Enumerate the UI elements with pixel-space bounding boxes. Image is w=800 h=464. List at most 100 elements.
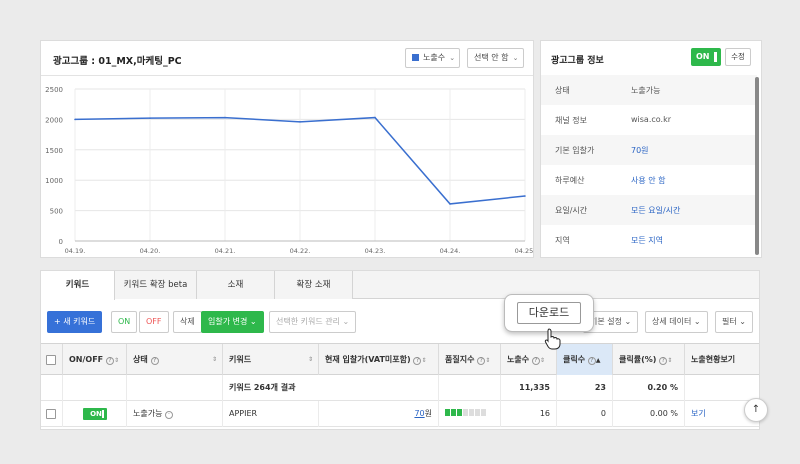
info-row-budget: 하루예산 사용 안 함 <box>541 165 757 195</box>
info-value-link[interactable]: 모든 지역 <box>631 235 663 246</box>
sort-icon[interactable]: ⇕ <box>667 357 672 364</box>
row-on-toggle[interactable]: ON <box>82 407 107 420</box>
detail-data-button[interactable]: 상세 데이터 ⌄ <box>645 311 708 333</box>
col-bid-label: 현재 입찰가(VAT미포함) <box>325 355 411 364</box>
on-toggle[interactable]: ON <box>691 48 721 66</box>
x-tick-label: 04.20. <box>140 247 161 255</box>
y-tick-label: 2000 <box>45 116 63 124</box>
row-bid-unit: 원 <box>424 409 432 418</box>
data-point <box>524 195 526 197</box>
info-value-link[interactable]: 사용 안 함 <box>631 175 666 186</box>
compare-select[interactable]: 선택 안 함 ⌄ <box>467 48 524 68</box>
tab-keyword-expansion[interactable]: 키워드 확장 beta <box>115 271 197 299</box>
sort-icon[interactable]: ⇕ <box>212 344 217 376</box>
sort-icon[interactable]: ⇕ <box>421 357 426 364</box>
info-value-link[interactable]: 70원 <box>631 145 649 156</box>
sort-icon[interactable]: ⇕ <box>308 344 313 376</box>
on-button[interactable]: ON <box>111 311 138 333</box>
info-key: 상태 <box>555 86 570 95</box>
chevron-down-icon: ⌄ <box>624 317 632 326</box>
select-all-checkbox[interactable] <box>46 355 56 365</box>
x-tick-label: 04.19. <box>65 247 86 255</box>
summary-row: 키워드 264개 결과 11,335 23 0.20 % <box>41 375 759 401</box>
help-icon[interactable]: ? <box>587 357 596 365</box>
x-tick-label: 04.25. <box>515 247 533 255</box>
manage-keywords-button[interactable]: 선택한 키워드 관리 ⌄ <box>269 311 357 333</box>
info-row-region: 지역 모든 지역 <box>541 225 757 255</box>
y-tick-label: 0 <box>59 238 63 246</box>
col-status-label: 상태 <box>133 355 148 364</box>
y-tick-label: 1000 <box>45 177 63 185</box>
data-point <box>224 116 226 119</box>
quality-bar <box>481 409 486 416</box>
info-row-schedule: 요일/시간 모든 요일/시간 <box>541 195 757 225</box>
data-point <box>74 118 76 121</box>
col-clicks[interactable]: 클릭수 ? ▲ <box>557 344 613 376</box>
col-quality[interactable]: 품질지수 ? ⇕ <box>439 344 501 376</box>
sort-icon[interactable]: ⇕ <box>540 357 545 364</box>
help-icon[interactable]: ? <box>150 357 159 365</box>
quality-bar <box>469 409 474 416</box>
x-tick-label: 04.21. <box>215 247 236 255</box>
arrow-up-icon[interactable]: ↑ <box>744 398 768 422</box>
col-bid[interactable]: 현재 입찰가(VAT미포함) ? ⇕ <box>319 344 439 376</box>
info-key: 하루예산 <box>555 176 585 185</box>
col-view-label: 노출현황보기 <box>691 355 736 364</box>
bid-change-button[interactable]: 입찰가 변경 ⌄ <box>201 311 264 333</box>
info-value: 노출가능 <box>631 86 661 95</box>
col-status[interactable]: 상태 ? ⇕ <box>127 344 223 376</box>
metric-select[interactable]: 노출수 ⌄ <box>405 48 461 68</box>
new-keyword-button[interactable]: + 새 키워드 <box>47 311 103 333</box>
col-keyword-label: 키워드 <box>229 355 252 364</box>
info-circle-icon[interactable]: · <box>165 411 173 419</box>
row-checkbox-cell <box>41 401 63 427</box>
basic-settings-label: 기본 설정 <box>590 317 622 326</box>
chevron-down-icon: ⌄ <box>739 317 746 326</box>
sort-icon[interactable]: ⇕ <box>114 357 119 364</box>
row-checkbox[interactable] <box>46 409 56 419</box>
col-clicks-label: 클릭수 <box>563 355 586 364</box>
tab-extension[interactable]: 확장 소재 <box>275 271 353 299</box>
chart-panel: 광고그룹 : 01_MX,마케팅_PC 노출수 ⌄ 선택 안 함 ⌄ 0 500 100… <box>40 40 534 258</box>
hand-pointer-icon <box>544 328 561 350</box>
keyword-grid-panel: 키워드 키워드 확장 beta 소재 확장 소재 + 새 키워드 ON OFF … <box>40 270 760 430</box>
y-tick-label: 500 <box>50 208 63 216</box>
detail-data-label: 상세 데이터 <box>652 317 692 326</box>
off-button[interactable]: OFF <box>139 311 169 333</box>
download-button[interactable]: 다운로드 <box>517 302 581 324</box>
row-quality <box>439 401 501 427</box>
row-bid-link[interactable]: 70 <box>414 409 424 418</box>
summary-impressions: 11,335 <box>501 375 557 401</box>
ad-group-info-panel: 광고그룹 정보 ON 수정 상태 노출가능 채널 정보 wisa.co.kr 기본 … <box>540 40 762 258</box>
sort-icon[interactable]: ⇕ <box>485 357 490 364</box>
table-header: ON/OFF ? ⇕ 상태 ? ⇕ 키워드 ⇕ 현재 입찰가(VAT미포함) ? ⇕ 품… <box>41 343 759 376</box>
info-key: 채널 정보 <box>555 116 587 125</box>
tab-keyword[interactable]: 키워드 <box>41 271 115 300</box>
help-icon[interactable]: ? <box>531 357 540 365</box>
info-value-link[interactable]: 모든 요일/시간 <box>631 205 680 216</box>
metric-select-value: 노출수 <box>423 53 446 62</box>
quality-bar <box>463 409 468 416</box>
edit-button[interactable]: 수정 <box>725 48 751 66</box>
data-point <box>149 117 151 119</box>
row-status: 노출가능 · <box>127 401 223 427</box>
tab-creative[interactable]: 소재 <box>197 271 275 299</box>
row-keyword[interactable]: APPIER <box>223 401 319 427</box>
sort-asc-icon[interactable]: ▲ <box>596 357 601 364</box>
x-tick-label: 04.23. <box>365 247 386 255</box>
col-onoff[interactable]: ON/OFF ? ⇕ <box>63 344 127 376</box>
help-icon[interactable]: ? <box>105 357 114 365</box>
delete-button[interactable]: 삭제 <box>173 311 202 333</box>
info-key: 기본 입찰가 <box>555 146 595 155</box>
col-keyword[interactable]: 키워드 ⇕ <box>223 344 319 376</box>
y-tick-label: 1500 <box>45 147 63 155</box>
col-onoff-label: ON/OFF <box>69 355 104 364</box>
info-key: 지역 <box>555 236 570 245</box>
summary-cell <box>439 375 501 401</box>
scrollbar[interactable] <box>755 77 759 255</box>
x-tick-label: 04.22. <box>290 247 311 255</box>
x-tick-label: 04.24. <box>440 247 461 255</box>
col-ctr[interactable]: 클릭률(%) ? ⇕ <box>613 344 685 376</box>
filter-button[interactable]: 필터 ⌄ <box>715 311 753 333</box>
filter-label: 필터 <box>722 317 737 326</box>
